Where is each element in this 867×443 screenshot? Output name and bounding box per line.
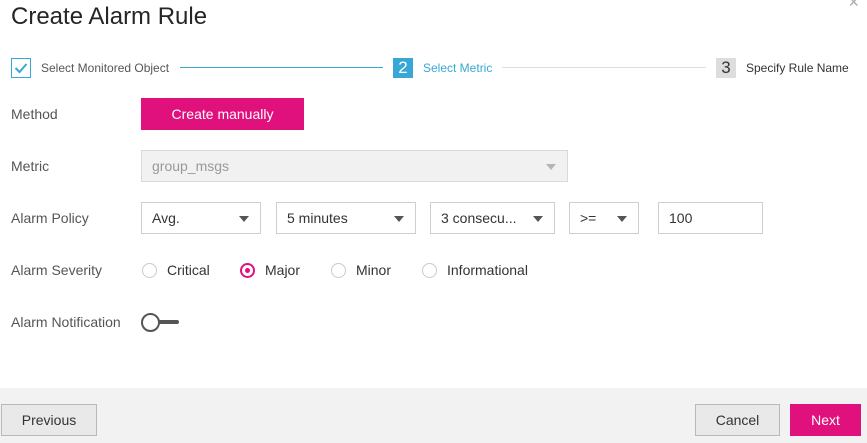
period-select[interactable]: 5 minutes (276, 202, 416, 234)
radio-selected-icon (240, 262, 255, 278)
step-connector (180, 67, 383, 68)
next-button[interactable]: Next (790, 404, 861, 436)
severity-option-minor[interactable]: Minor (331, 262, 391, 278)
metric-label: Metric (11, 158, 50, 174)
alarm-notification-toggle[interactable] (141, 312, 179, 332)
chevron-down-icon (239, 216, 249, 222)
close-icon[interactable]: × (848, 0, 859, 13)
operator-value: >= (580, 210, 597, 226)
step-number: 2 (393, 58, 413, 78)
chevron-down-icon (394, 216, 404, 222)
alarm-notification-label: Alarm Notification (11, 314, 121, 330)
severity-option-major[interactable]: Major (240, 262, 300, 278)
metric-value: group_msgs (152, 158, 230, 174)
chevron-down-icon (533, 216, 543, 222)
severity-option-label: Minor (356, 262, 392, 278)
operator-select[interactable]: >= (569, 202, 639, 234)
alarm-severity-label: Alarm Severity (11, 262, 103, 278)
toggle-knob (141, 313, 160, 332)
chevron-down-icon (546, 164, 556, 170)
statistic-value: Avg. (152, 210, 180, 226)
cancel-button[interactable]: Cancel (695, 404, 780, 436)
metric-select[interactable]: group_msgs (141, 150, 568, 182)
consecutive-periods-select[interactable]: 3 consecu... (430, 202, 555, 234)
step-connector (502, 67, 706, 68)
step-specify-rule-name: 3 Specify Rule Name (716, 58, 849, 78)
step-select-metric: 2 Select Metric (393, 58, 492, 78)
severity-option-critical[interactable]: Critical (142, 262, 210, 278)
create-manually-button[interactable]: Create manually (141, 98, 304, 130)
step-select-monitored-object: Select Monitored Object (11, 58, 169, 78)
radio-icon (142, 262, 157, 278)
radio-icon (331, 262, 346, 278)
checkmark-icon (11, 58, 31, 78)
consecutive-value: 3 consecu... (441, 210, 517, 226)
alarm-policy-label: Alarm Policy (11, 210, 89, 226)
period-value: 5 minutes (287, 210, 348, 226)
severity-option-label: Informational (447, 262, 528, 278)
step-label: Select Metric (423, 61, 493, 75)
threshold-input[interactable]: 100 (658, 202, 763, 234)
method-label: Method (11, 106, 58, 122)
severity-option-label: Critical (167, 262, 210, 278)
step-label: Specify Rule Name (746, 61, 849, 75)
threshold-value: 100 (669, 210, 693, 226)
step-label: Select Monitored Object (41, 61, 170, 75)
statistic-select[interactable]: Avg. (141, 202, 261, 234)
step-number: 3 (716, 58, 736, 78)
radio-icon (422, 262, 437, 278)
dialog-title: Create Alarm Rule (11, 3, 208, 30)
previous-button[interactable]: Previous (1, 404, 97, 436)
severity-option-label: Major (265, 262, 301, 278)
chevron-down-icon (617, 216, 627, 222)
severity-option-informational[interactable]: Informational (422, 262, 528, 278)
